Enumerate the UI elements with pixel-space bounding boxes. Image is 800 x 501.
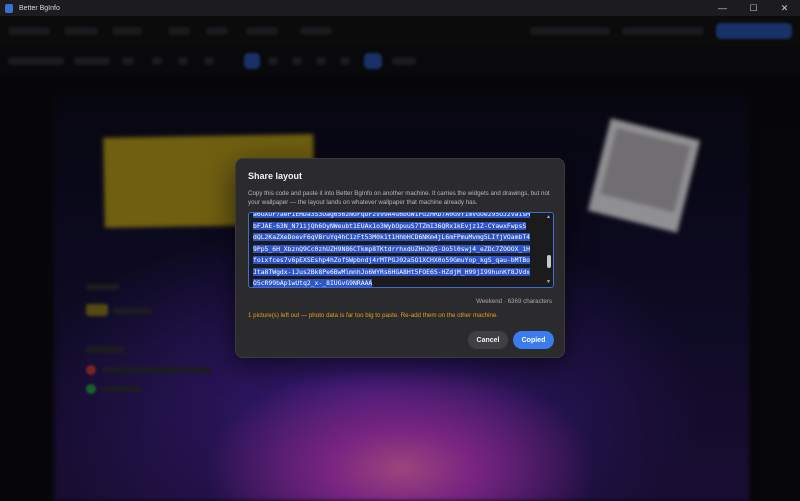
maximize-button[interactable]: ☐ [738, 0, 769, 16]
code-line: foixfces7v6pEXSEshp4hZofSWpbndj4rMTPGJ02… [253, 256, 531, 264]
layout-code-text[interactable]: a6GXUF7aeP1EHDa3S3Oag6562NGFqbF2v99A4G6b… [253, 212, 541, 287]
code-scrollbar[interactable]: ▲ ▼ [546, 215, 551, 285]
app-icon [5, 3, 13, 13]
code-line: Jta8TWgdx-iJus2Bk8Pe6BwMlmnhJo6WYRs6HGA8… [253, 267, 531, 276]
title-bar: Better BgInfo — ☐ ✕ [0, 0, 800, 16]
character-count: Weekend · 6369 characters [476, 298, 552, 305]
window-controls: — ☐ ✕ [707, 0, 800, 16]
window-title: Better BgInfo [19, 4, 60, 12]
share-layout-dialog: Share layout Copy this code and paste it… [235, 158, 565, 358]
pictures-warning: 1 picture(s) left out — photo data is fa… [248, 312, 499, 319]
layout-code-textarea[interactable]: a6GXUF7aeP1EHDa3S3Oag6562NGFqbF2v99A4G6b… [248, 212, 554, 288]
scroll-thumb[interactable] [546, 255, 551, 268]
scroll-up-arrow-icon[interactable]: ▲ [546, 215, 551, 220]
minimize-button[interactable]: — [707, 0, 738, 16]
cancel-button[interactable]: Cancel [468, 331, 508, 349]
code-line: bFJAE-63N_N71ijQh6OyNWeubt1EUAx1o3WybOpu… [253, 221, 527, 230]
code-line: a6GXUF7aeP1EHDa3S3Oag6562NGFqbF2v99A4G6b… [253, 212, 531, 218]
dialog-description: Copy this code and paste it into Better … [248, 190, 550, 206]
code-line: dQL2KaZXeDoevF6qVBruYq4hC1zFt53M0k1t1Hhb… [253, 233, 531, 241]
scroll-down-arrow-icon[interactable]: ▼ [546, 280, 551, 285]
copied-button[interactable]: Copied [513, 331, 554, 349]
code-line: O5cR99bAp1wUtq2_x-_8IUGvG9NRAAA [253, 279, 373, 287]
code-line: 9Pp5_6H_XbznQ9Cc0zhUZH9N86CTkmp8TKtdrrhx… [253, 244, 531, 253]
dialog-title: Share layout [248, 171, 303, 181]
close-button[interactable]: ✕ [769, 0, 800, 16]
